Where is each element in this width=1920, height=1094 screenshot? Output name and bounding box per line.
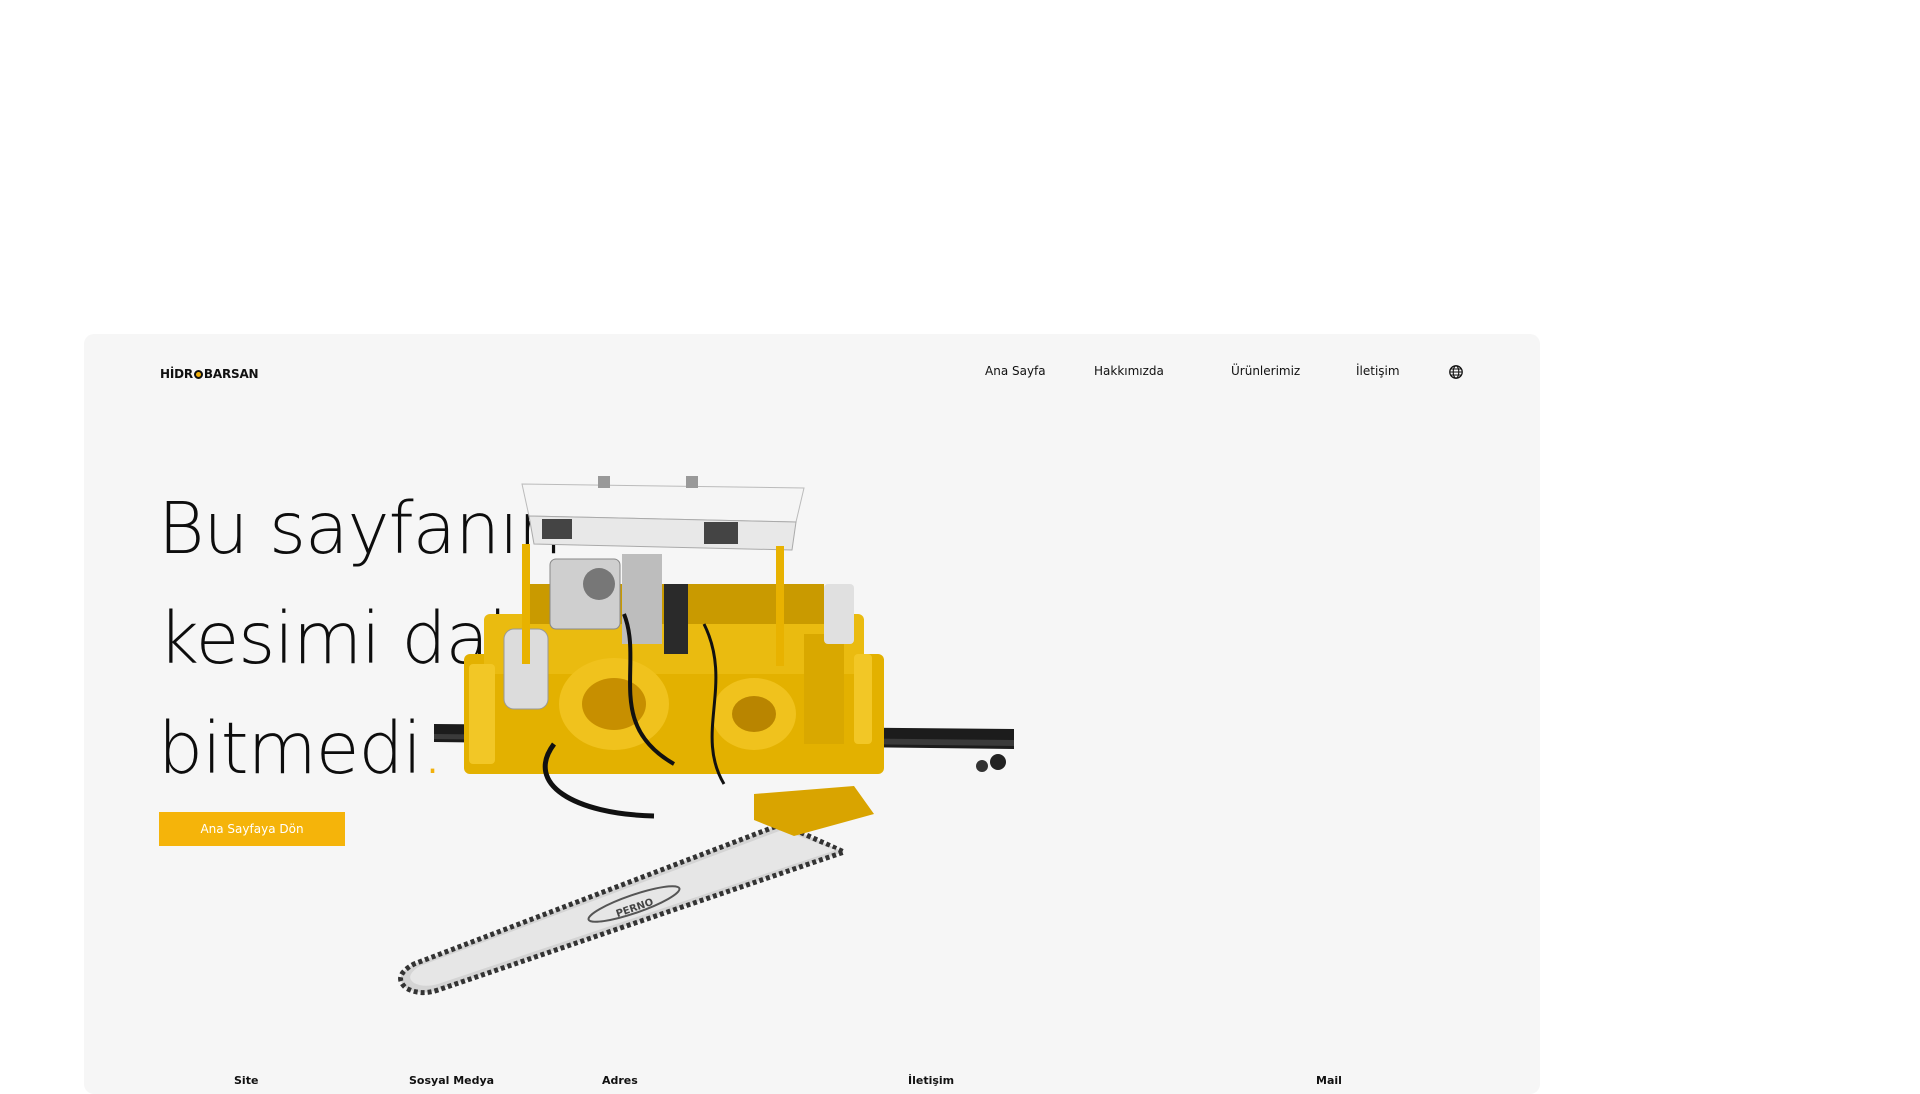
globe-icon[interactable] bbox=[1448, 364, 1464, 380]
nav-item-about[interactable]: Hakkımızda bbox=[1094, 364, 1164, 378]
nav-item-products[interactable]: Ürünlerimiz bbox=[1231, 364, 1300, 378]
chainsaw-bar: PERNO bbox=[398, 821, 851, 996]
nav-item-contact[interactable]: İletişim bbox=[1356, 364, 1400, 378]
main-nav: Ana Sayfa Hakkımızda Ürünlerimiz İletişi… bbox=[84, 360, 1540, 386]
footer-heading-social: Sosyal Medya bbox=[409, 1074, 495, 1087]
back-to-home-button[interactable]: Ana Sayfaya Dön bbox=[159, 812, 345, 846]
footer-heading-site: Site bbox=[234, 1074, 259, 1087]
footer-heading-address: Adres bbox=[602, 1074, 638, 1087]
nav-item-home[interactable]: Ana Sayfa bbox=[985, 364, 1046, 378]
footer-headings: Site Sosyal Medya Adres İletişim Mail bbox=[84, 1074, 1540, 1094]
stone-cutting-machine-image: PERNO bbox=[398, 476, 1014, 996]
page-card: HİDR BARSAN Ana Sayfa Hakkımızda Ürünleri… bbox=[84, 334, 1540, 1094]
footer-heading-contact: İletişim bbox=[908, 1074, 955, 1087]
footer-heading-mail: Mail bbox=[1316, 1074, 1342, 1087]
